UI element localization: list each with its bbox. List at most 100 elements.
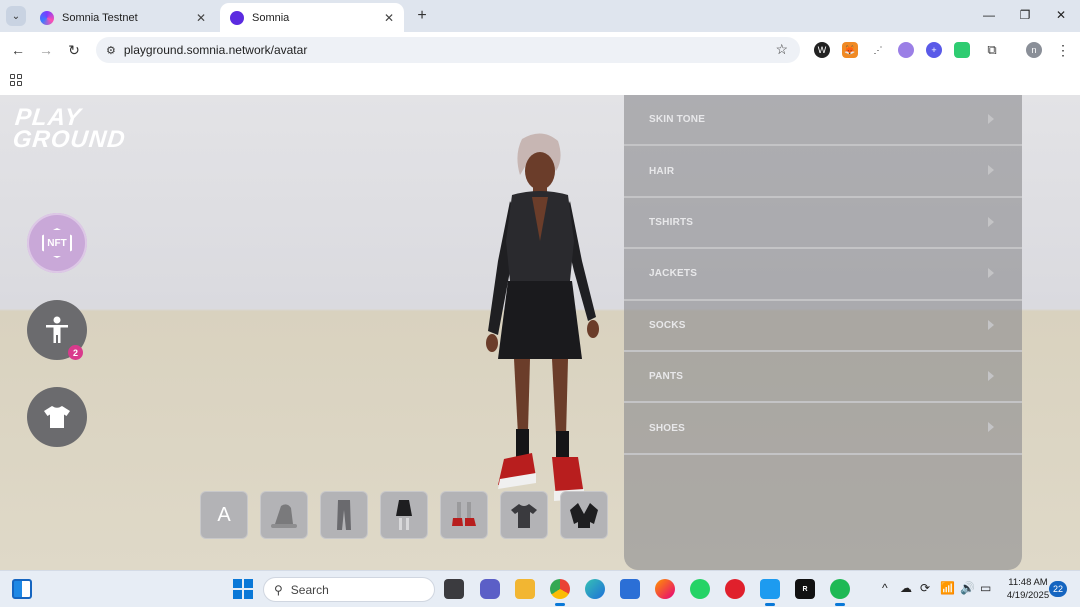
accessibility-person-icon	[46, 316, 68, 343]
address-bar[interactable]: ⚙ playground.somnia.network/avatar ☆	[96, 37, 800, 63]
forward-arrow-icon[interactable]: →	[36, 40, 56, 60]
new-tab-plus-icon[interactable]: +	[412, 6, 432, 26]
close-tab-icon[interactable]: ✕	[196, 11, 206, 25]
category-label: SKIN TONE	[649, 114, 706, 126]
close-window-icon[interactable]: ✕	[1048, 4, 1074, 26]
microsoft-store-icon[interactable]	[620, 579, 640, 599]
file-explorer-icon[interactable]	[515, 579, 535, 599]
taskbar-clock[interactable]: 11:48 AM 4/19/2025	[1004, 576, 1052, 602]
thumb-tshirt[interactable]	[500, 491, 548, 539]
outfit-button[interactable]	[27, 387, 87, 447]
clock-date: 4/19/2025	[1006, 590, 1050, 601]
category-jackets[interactable]: JACKETS	[624, 249, 1022, 301]
skin-tone-letter: A	[217, 503, 231, 526]
category-label: PANTS	[649, 371, 684, 383]
apps-grid-icon[interactable]	[10, 74, 22, 86]
clock-time: 11:48 AM	[1008, 577, 1048, 588]
category-shoes[interactable]: SHOES	[624, 403, 1022, 455]
category-tshirts[interactable]: TSHIRTS	[624, 198, 1022, 250]
chevron-right-icon	[988, 422, 994, 433]
tab-somnia-testnet[interactable]: Somnia Testnet ✕	[30, 3, 216, 32]
bookmark-star-icon[interactable]: ☆	[775, 41, 788, 58]
taskbar-search[interactable]: ⚲ Search	[263, 577, 435, 602]
windows-taskbar: ⚲ Search R ^ ☁ ⟳ 📶 🔊 ▭ 11:48 AM 4/19/202…	[0, 570, 1080, 607]
tab-somnia[interactable]: Somnia ✕	[220, 3, 404, 32]
playground-logo: PLAY GROUND	[11, 104, 129, 153]
widgets-icon[interactable]	[12, 579, 32, 599]
nft-label: NFT	[47, 237, 67, 249]
category-panel: SKIN TONE HAIR TSHIRTS JACKETS SOCKS PAN…	[624, 95, 1022, 570]
browser-toolbar: ← → ↻ ⚙ playground.somnia.network/avatar…	[0, 32, 1080, 68]
extension-dots-icon[interactable]: ⋰	[870, 42, 886, 58]
extension-blue-icon[interactable]: +	[926, 42, 942, 58]
notification-badge: 2	[68, 345, 83, 360]
chevron-right-icon	[988, 319, 994, 330]
extension-green-icon[interactable]	[954, 42, 970, 58]
thumb-skin-tone[interactable]: A	[200, 491, 248, 539]
thumb-jacket[interactable]	[560, 491, 608, 539]
somnia-testnet-favicon-icon	[40, 10, 54, 25]
bookmarks-bar	[0, 68, 1080, 95]
reload-icon[interactable]: ↻	[64, 40, 84, 60]
category-label: JACKETS	[649, 268, 698, 280]
spotify-icon[interactable]	[830, 579, 850, 599]
extension-w-icon[interactable]: W	[814, 42, 830, 58]
whatsapp-icon[interactable]	[690, 579, 710, 599]
hair-icon	[271, 504, 297, 528]
edge-icon[interactable]	[585, 579, 605, 599]
category-label: TSHIRTS	[649, 216, 694, 228]
extensions-puzzle-icon[interactable]: ⧉	[984, 42, 1000, 58]
twitter-icon[interactable]	[760, 579, 780, 599]
thumb-shoes[interactable]	[440, 491, 488, 539]
sync-icon[interactable]: ⟳	[920, 581, 930, 595]
url-text: playground.somnia.network/avatar	[123, 43, 308, 57]
pants-icon	[337, 500, 351, 530]
kebab-menu-icon[interactable]: ⋮	[1056, 42, 1070, 59]
category-label: SHOES	[649, 422, 686, 434]
windows-start-icon[interactable]	[233, 579, 253, 599]
tab-search-chevron-icon[interactable]: ⌄	[6, 6, 26, 26]
metamask-fox-icon[interactable]: 🦊	[842, 42, 858, 58]
thumb-hair[interactable]	[260, 491, 308, 539]
extension-purple-icon[interactable]	[898, 42, 914, 58]
thumb-skirt[interactable]	[380, 491, 428, 539]
nft-hexagon-icon: NFT	[42, 228, 72, 258]
firefox-icon[interactable]	[655, 579, 675, 599]
app-dark-icon[interactable]: R	[795, 579, 815, 599]
task-view-icon[interactable]	[444, 579, 464, 599]
chrome-icon[interactable]	[550, 579, 570, 599]
active-app-indicator	[555, 603, 565, 606]
opera-icon[interactable]	[725, 579, 745, 599]
onedrive-cloud-icon[interactable]: ☁	[900, 581, 912, 595]
active-app-indicator	[835, 603, 845, 606]
volume-icon[interactable]: 🔊	[960, 581, 975, 595]
notification-count-badge[interactable]: 22	[1049, 581, 1067, 597]
chevron-right-icon	[988, 370, 994, 381]
site-settings-icon[interactable]: ⚙	[106, 44, 116, 57]
category-pants[interactable]: PANTS	[624, 352, 1022, 404]
shoes-icon	[452, 502, 476, 526]
chevron-right-icon	[988, 268, 994, 279]
chevron-up-icon[interactable]: ^	[882, 581, 888, 595]
category-hair[interactable]: HAIR	[624, 146, 1022, 198]
category-socks[interactable]: SOCKS	[624, 301, 1022, 352]
chevron-right-icon	[988, 216, 994, 227]
close-tab-icon[interactable]: ✕	[384, 11, 394, 25]
somnia-favicon-icon	[230, 10, 244, 25]
wifi-icon[interactable]: 📶	[940, 581, 955, 595]
nft-button[interactable]: NFT	[27, 213, 87, 273]
browser-tab-strip: ⌄ Somnia Testnet ✕ Somnia ✕ + — ❐ ✕	[0, 0, 1080, 32]
category-skin-tone[interactable]: SKIN TONE	[624, 95, 1022, 147]
category-label: SOCKS	[649, 319, 686, 331]
minimize-icon[interactable]: —	[976, 4, 1002, 26]
teams-chat-icon[interactable]	[480, 579, 500, 599]
chevron-right-icon	[988, 165, 994, 176]
back-arrow-icon[interactable]: ←	[8, 40, 28, 60]
battery-icon[interactable]: ▭	[980, 581, 991, 595]
restore-icon[interactable]: ❐	[1012, 4, 1038, 26]
profile-avatar-icon[interactable]: n	[1026, 42, 1042, 58]
taskbar-search-placeholder: Search	[290, 582, 329, 597]
avatar-3d-model[interactable]	[470, 131, 610, 501]
chevron-right-icon	[988, 114, 994, 124]
thumb-pants[interactable]	[320, 491, 368, 539]
